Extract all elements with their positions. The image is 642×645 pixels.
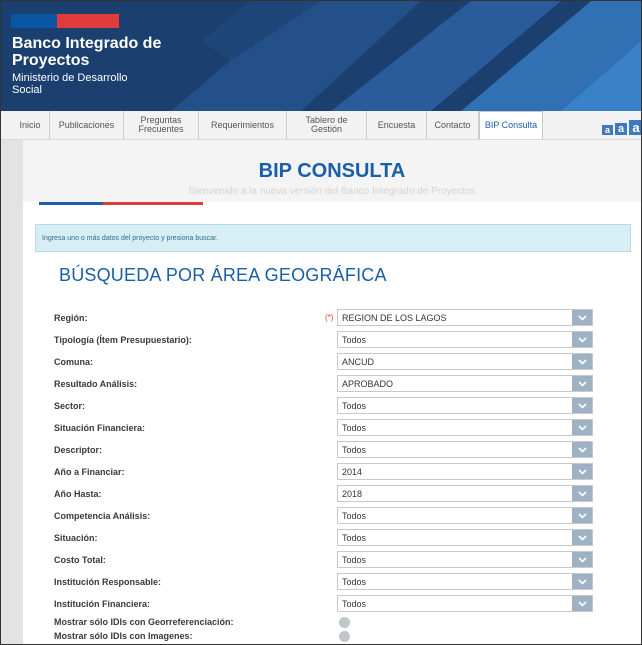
situacion-financiera-select[interactable]: Todos bbox=[337, 419, 593, 436]
nav-label: BIP Consulta bbox=[484, 120, 538, 130]
chevron-down-icon[interactable] bbox=[572, 464, 592, 479]
ano-hasta-select[interactable]: 2018 bbox=[337, 485, 593, 502]
costo-total-select[interactable]: Todos bbox=[337, 551, 593, 568]
toggle-label-imagenes: Mostrar sólo IDIs con Imagenes: bbox=[54, 631, 193, 641]
section-title: BÚSQUEDA POR ÁREA GEOGRÁFICA bbox=[59, 265, 387, 285]
chevron-down-icon[interactable] bbox=[572, 332, 592, 347]
site-header: Banco Integrado de Proyectos Ministerio … bbox=[1, 1, 641, 111]
font-size-large-button[interactable]: a bbox=[629, 120, 641, 135]
select-value: Todos bbox=[342, 401, 367, 411]
field-label-ano-a-financiar: Año a Financiar: bbox=[54, 467, 125, 477]
page-title: BIP CONSULTA bbox=[258, 160, 406, 182]
main-content: BIP CONSULTA Bienvenido a la nueva versi… bbox=[23, 140, 641, 644]
site-title[interactable]: Banco Integrado de Proyectos bbox=[12, 35, 172, 69]
main-nav: Inicio Publicaciones Preguntas Frecuente… bbox=[1, 111, 641, 140]
descriptor-select[interactable]: Todos bbox=[337, 441, 593, 458]
toggle-label-georreferenciacion: Mostrar sólo IDIs con Georreferenciación… bbox=[54, 617, 234, 627]
select-value: Todos bbox=[342, 555, 367, 565]
chevron-down-icon[interactable] bbox=[572, 508, 592, 523]
nav-item-inicio[interactable]: Inicio bbox=[11, 111, 50, 139]
chevron-down-icon[interactable] bbox=[572, 442, 592, 457]
field-label-competencia-analisis: Competencia Análisis: bbox=[54, 511, 151, 521]
font-size-medium-button[interactable]: a bbox=[615, 123, 627, 135]
page-subtitle: Bienvenido a la nueva versión del Banco … bbox=[188, 186, 476, 197]
region-select[interactable]: REGION DE LOS LAGOS bbox=[337, 309, 593, 326]
field-label-situacion-financiera: Situación Financiera: bbox=[54, 423, 146, 433]
select-value: Todos bbox=[342, 577, 367, 587]
select-value: Todos bbox=[342, 511, 367, 521]
chevron-down-icon[interactable] bbox=[572, 420, 592, 435]
field-label-costo-total: Costo Total: bbox=[54, 555, 106, 565]
chevron-down-icon[interactable] bbox=[572, 310, 592, 325]
chevron-down-icon[interactable] bbox=[572, 596, 592, 611]
font-size-small-button[interactable]: a bbox=[602, 125, 613, 135]
chevron-down-icon[interactable] bbox=[572, 552, 592, 567]
select-value: Todos bbox=[342, 533, 367, 543]
competencia-analisis-select[interactable]: Todos bbox=[337, 507, 593, 524]
field-label-resultado-analisis: Resultado Análisis: bbox=[54, 379, 138, 389]
accent-bar-red bbox=[103, 202, 203, 205]
nav-label: Publicaciones bbox=[58, 119, 115, 130]
select-value: ANCUD bbox=[342, 357, 375, 367]
nav-item-preguntas-frecuentes[interactable]: Preguntas Frecuentes bbox=[124, 111, 199, 139]
chevron-down-icon[interactable] bbox=[572, 574, 592, 589]
georreferenciacion-toggle[interactable] bbox=[339, 617, 350, 628]
nav-label: Requerimientos bbox=[210, 119, 275, 130]
nav-label: Inicio bbox=[19, 119, 41, 130]
nav-item-tablero-de-gestion[interactable]: Tablero de Gestión bbox=[287, 111, 367, 139]
sector-select[interactable]: Todos bbox=[337, 397, 593, 414]
site-subtitle: Ministerio de Desarrollo Social bbox=[12, 72, 128, 96]
nav-label: Preguntas Frecuentes bbox=[138, 115, 184, 134]
flag-blue-stripe bbox=[11, 14, 57, 28]
info-text: Ingresa uno o más datos del proyecto y p… bbox=[42, 234, 218, 242]
field-label-institucion-responsable: Institución Responsable: bbox=[54, 577, 162, 587]
chevron-down-icon[interactable] bbox=[572, 398, 592, 413]
select-value: APROBADO bbox=[342, 379, 394, 389]
field-label-situacion: Situación: bbox=[54, 533, 98, 543]
browser-frame: Banco Integrado de Proyectos Ministerio … bbox=[0, 0, 642, 645]
select-value: REGION DE LOS LAGOS bbox=[342, 313, 447, 323]
select-value: Todos bbox=[342, 335, 367, 345]
nav-label: Tablero de Gestión bbox=[305, 115, 348, 134]
chevron-down-icon[interactable] bbox=[572, 376, 592, 391]
flag-red-stripe bbox=[57, 14, 119, 28]
chevron-down-icon[interactable] bbox=[572, 354, 592, 369]
field-label-region: Región: bbox=[54, 313, 88, 323]
comuna-select[interactable]: ANCUD bbox=[337, 353, 593, 370]
chevron-down-icon[interactable] bbox=[572, 530, 592, 545]
imagenes-toggle[interactable] bbox=[339, 631, 350, 642]
select-value: 2018 bbox=[342, 489, 363, 499]
nav-item-bip-consulta[interactable]: BIP Consulta bbox=[479, 111, 543, 139]
nav-label: Encuesta bbox=[377, 119, 416, 130]
field-label-descriptor: Descriptor: bbox=[54, 445, 103, 455]
nav-label: Contacto bbox=[434, 119, 471, 130]
nav-item-requerimientos[interactable]: Requerimientos bbox=[199, 111, 287, 139]
accent-bar-blue bbox=[39, 202, 103, 205]
field-label-institucion-financiera: Institución Financiera: bbox=[54, 599, 151, 609]
nav-item-encuesta[interactable]: Encuesta bbox=[367, 111, 427, 139]
select-value: Todos bbox=[342, 445, 367, 455]
nav-item-contacto[interactable]: Contacto bbox=[427, 111, 479, 139]
field-label-sector: Sector: bbox=[54, 401, 86, 411]
info-alert: Ingresa uno o más datos del proyecto y p… bbox=[35, 224, 631, 252]
nav-item-publicaciones[interactable]: Publicaciones bbox=[50, 111, 124, 139]
situacion-select[interactable]: Todos bbox=[337, 529, 593, 546]
field-label-comuna: Comuna: bbox=[54, 357, 93, 367]
select-value: Todos bbox=[342, 423, 367, 433]
tipologia-select[interactable]: Todos bbox=[337, 331, 593, 348]
institucion-responsable-select[interactable]: Todos bbox=[337, 573, 593, 590]
chevron-down-icon[interactable] bbox=[572, 486, 592, 501]
resultado-analisis-select[interactable]: APROBADO bbox=[337, 375, 593, 392]
field-label-tipologia: Tipología (Ítem Presupuestario): bbox=[54, 335, 192, 345]
select-value: Todos bbox=[342, 599, 367, 609]
select-value: 2014 bbox=[342, 467, 363, 477]
required-marker: (*) bbox=[325, 313, 334, 322]
institucion-financiera-select[interactable]: Todos bbox=[337, 595, 593, 612]
field-label-ano-hasta: Año Hasta: bbox=[54, 489, 102, 499]
ano-a-financiar-select[interactable]: 2014 bbox=[337, 463, 593, 480]
